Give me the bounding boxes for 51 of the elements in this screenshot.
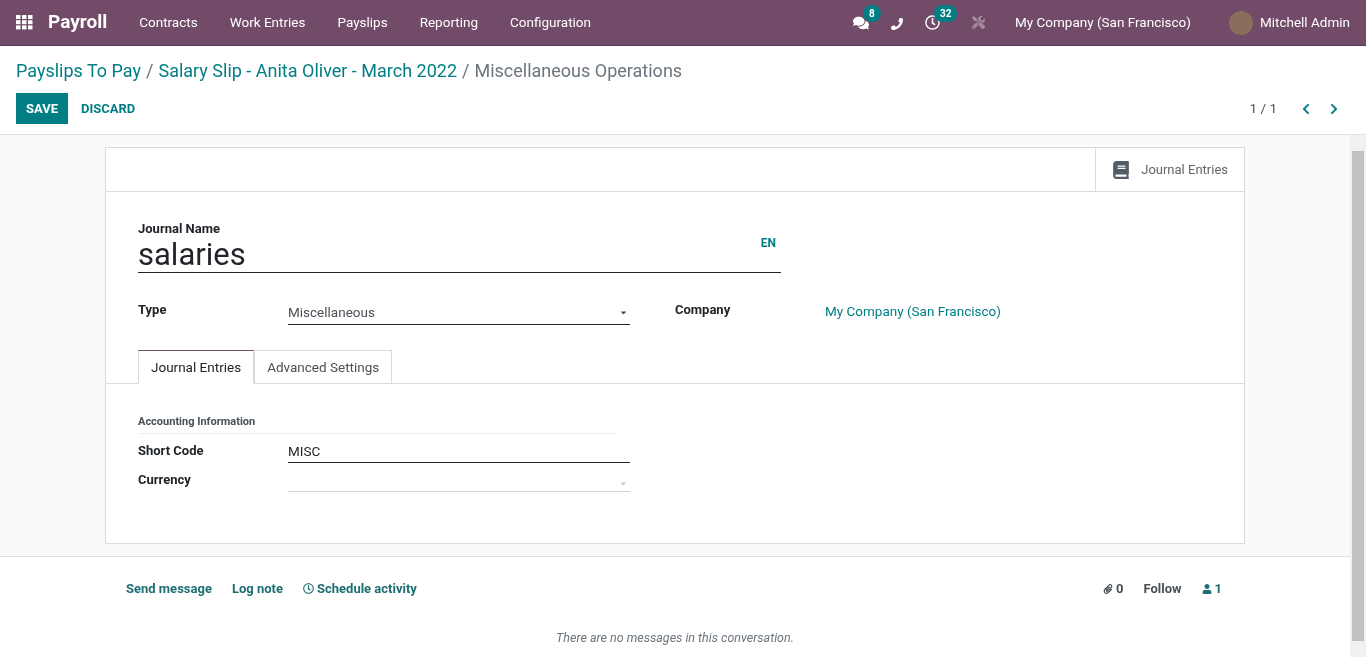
user-menu[interactable]: Mitchell Admin xyxy=(1259,12,1350,33)
short-code-field[interactable]: MISC xyxy=(288,440,630,463)
discard-button[interactable]: DISCARD xyxy=(68,93,149,124)
follow-button[interactable]: Follow xyxy=(1143,579,1182,599)
menu-item[interactable]: Reporting xyxy=(403,12,495,33)
next-icon[interactable] xyxy=(1329,102,1339,115)
menu-item[interactable]: Contracts xyxy=(123,12,214,33)
breadcrumb: Miscellaneous Operations xyxy=(474,58,683,83)
type-dropdown[interactable]: Miscellaneous xyxy=(288,301,630,325)
breadcrumb-separator: / xyxy=(462,58,470,83)
previous-icon[interactable] xyxy=(1301,102,1311,115)
tab[interactable]: Journal Entries xyxy=(138,350,255,384)
chatter-action[interactable]: Log note xyxy=(231,579,283,599)
field-label: Currency xyxy=(138,470,192,489)
field-label: Company xyxy=(675,300,732,319)
empty-message: There are no messages in this conversation. xyxy=(555,628,795,647)
clock-icon xyxy=(303,583,314,595)
menu-item[interactable]: Work Entries xyxy=(213,12,322,33)
company-link[interactable]: My Company (San Francisco) xyxy=(825,300,1001,321)
field-label: Journal Name xyxy=(138,220,221,238)
journal-name-field[interactable]: salaries EN xyxy=(138,238,781,273)
field-label: Type xyxy=(138,300,168,319)
app-title[interactable]: Payroll xyxy=(48,8,108,37)
clock-icon[interactable] xyxy=(925,15,940,30)
breadcrumb[interactable]: Payslips To Pay xyxy=(16,56,142,84)
person-icon xyxy=(1201,583,1212,594)
scrollbar[interactable] xyxy=(1350,135,1366,657)
activity-count-badge: 32 xyxy=(934,5,958,22)
section-title: Accounting Information xyxy=(138,414,616,434)
attachments-button[interactable]: 0 xyxy=(1102,579,1124,599)
menu-item[interactable]: Configuration xyxy=(494,12,607,33)
save-button[interactable]: SAVE xyxy=(16,93,69,124)
followers-button[interactable]: 1 xyxy=(1201,579,1222,599)
breadcrumb-separator: / xyxy=(146,58,154,83)
chatter-action[interactable]: Send message xyxy=(126,579,212,599)
menu-item[interactable]: Payslips xyxy=(321,12,404,33)
paperclip-icon xyxy=(1102,583,1113,594)
company-switcher[interactable]: My Company (San Francisco) xyxy=(1015,12,1191,33)
chatter-action[interactable]: Schedule activity xyxy=(303,579,417,599)
pager-value: 1 / 1 xyxy=(1249,99,1277,119)
breadcrumb[interactable]: Salary Slip - Anita Oliver - March 2022 xyxy=(158,56,457,84)
phone-icon[interactable] xyxy=(891,17,903,30)
journal-entries-button[interactable]: Journal Entries xyxy=(1095,148,1244,191)
tab[interactable]: Advanced Settings xyxy=(254,350,393,384)
caret-icon xyxy=(619,308,628,317)
field-label: Short Code xyxy=(138,441,205,460)
message-count-badge: 8 xyxy=(863,4,881,22)
apps-grid-icon[interactable] xyxy=(16,15,33,30)
tools-icon[interactable] xyxy=(972,16,985,29)
book-icon xyxy=(1112,160,1131,179)
chat-icon[interactable] xyxy=(853,14,869,31)
